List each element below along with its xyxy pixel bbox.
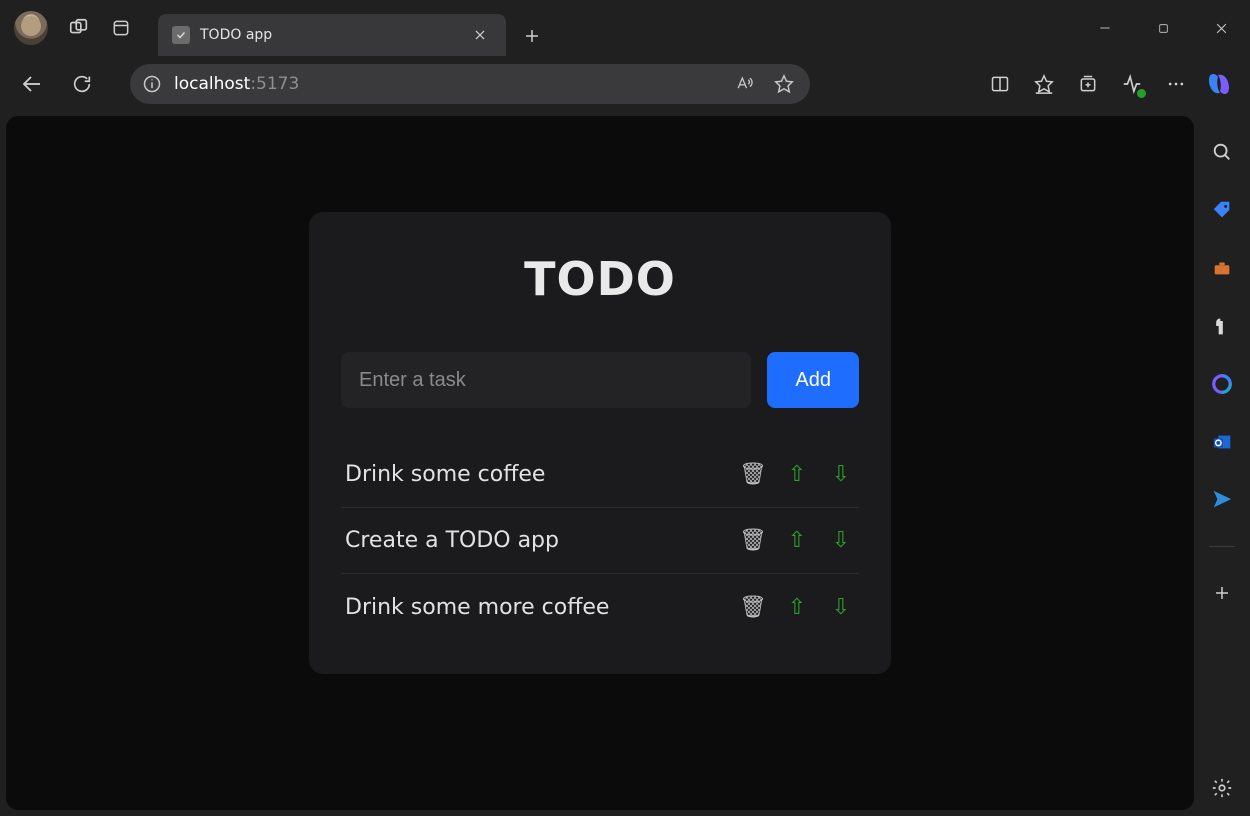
task-list: Drink some coffee 🗑 ⇧ ⇩ Create a TODO ap…	[341, 442, 859, 640]
move-up-icon[interactable]: ⇧	[783, 593, 811, 621]
favicon-check-icon	[172, 26, 190, 44]
trash-icon[interactable]: 🗑	[739, 461, 767, 489]
favorite-star-icon[interactable]	[766, 66, 802, 102]
window-minimize-button[interactable]	[1076, 0, 1134, 56]
shopping-tag-icon[interactable]	[1208, 196, 1236, 224]
address-port: :5173	[250, 74, 299, 94]
trash-icon[interactable]: 🗑	[739, 593, 767, 621]
task-label: Drink some coffee	[345, 462, 723, 487]
new-tab-button[interactable]	[512, 16, 552, 56]
add-button[interactable]: Add	[767, 352, 859, 408]
performance-icon[interactable]	[1112, 64, 1152, 104]
games-icon[interactable]	[1208, 312, 1236, 340]
page-viewport: TODO Add Drink some coffee 🗑 ⇧ ⇩ Create …	[6, 116, 1194, 810]
favorites-icon[interactable]	[1024, 64, 1064, 104]
address-bar[interactable]: localhost:5173	[130, 64, 810, 104]
sidebar-divider	[1209, 546, 1235, 547]
workspace: TODO Add Drink some coffee 🗑 ⇧ ⇩ Create …	[0, 112, 1250, 816]
todo-card: TODO Add Drink some coffee 🗑 ⇧ ⇩ Create …	[309, 212, 891, 674]
move-down-icon[interactable]: ⇩	[827, 593, 855, 621]
task-input[interactable]	[341, 352, 751, 408]
back-button[interactable]	[12, 64, 52, 104]
move-up-icon[interactable]: ⇧	[783, 461, 811, 489]
app-title: TODO	[341, 252, 859, 306]
task-row: Drink some coffee 🗑 ⇧ ⇩	[341, 442, 859, 508]
more-menu-icon[interactable]	[1156, 64, 1196, 104]
read-aloud-icon[interactable]	[726, 66, 762, 102]
search-icon[interactable]	[1208, 138, 1236, 166]
address-text: localhost:5173	[174, 74, 722, 94]
tools-icon[interactable]	[1208, 254, 1236, 282]
copilot-icon[interactable]	[1200, 65, 1238, 103]
tab-actions-icon[interactable]	[110, 17, 132, 39]
settings-gear-icon[interactable]	[1208, 774, 1236, 802]
address-host: localhost	[174, 74, 250, 94]
task-label: Drink some more coffee	[345, 595, 723, 620]
site-info-icon[interactable]	[134, 66, 170, 102]
move-down-icon[interactable]: ⇩	[827, 461, 855, 489]
task-label: Create a TODO app	[345, 528, 723, 553]
outlook-icon[interactable]	[1208, 428, 1236, 456]
browser-tab[interactable]: TODO app	[158, 14, 506, 56]
refresh-button[interactable]	[62, 64, 102, 104]
browser-sidebar	[1194, 112, 1250, 816]
window-maximize-button[interactable]	[1134, 0, 1192, 56]
move-up-icon[interactable]: ⇧	[783, 527, 811, 555]
split-screen-icon[interactable]	[980, 64, 1020, 104]
add-task-row: Add	[341, 352, 859, 408]
toolbar-right	[980, 64, 1238, 104]
tab-close-button[interactable]	[468, 23, 492, 47]
task-row: Create a TODO app 🗑 ⇧ ⇩	[341, 508, 859, 574]
window-close-button[interactable]	[1192, 0, 1250, 56]
browser-toolbar: localhost:5173	[0, 56, 1250, 112]
trash-icon[interactable]: 🗑	[739, 527, 767, 555]
collections-icon[interactable]	[1068, 64, 1108, 104]
tab-title: TODO app	[200, 27, 458, 43]
browser-titlebar: TODO app	[0, 0, 1250, 56]
send-icon[interactable]	[1208, 486, 1236, 514]
workspaces-icon[interactable]	[68, 17, 90, 39]
add-sidebar-icon[interactable]	[1208, 579, 1236, 607]
move-down-icon[interactable]: ⇩	[827, 527, 855, 555]
task-row: Drink some more coffee 🗑 ⇧ ⇩	[341, 574, 859, 640]
tab-strip: TODO app	[158, 0, 552, 56]
titlebar-left	[0, 11, 146, 45]
m365-icon[interactable]	[1208, 370, 1236, 398]
profile-avatar[interactable]	[14, 11, 48, 45]
window-controls	[1076, 0, 1250, 56]
